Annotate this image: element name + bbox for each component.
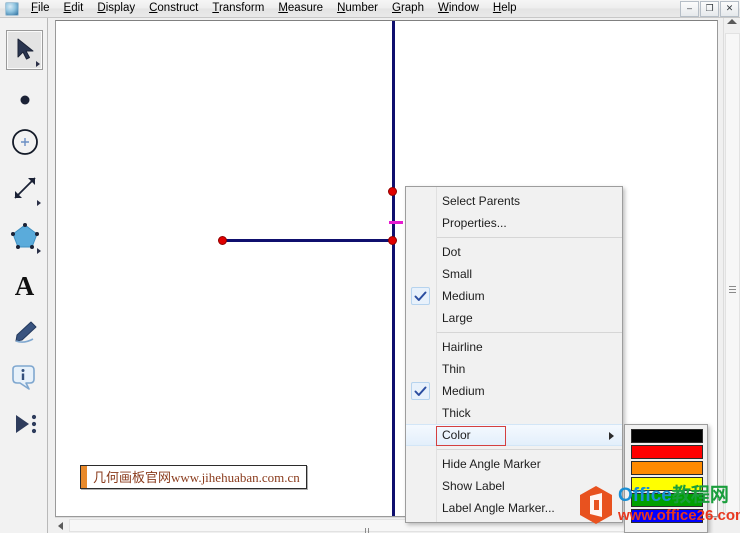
menu-separator: [436, 332, 622, 333]
color-swatch-black[interactable]: [631, 429, 703, 443]
compass-tool[interactable]: [6, 122, 43, 162]
menu-display[interactable]: Display: [90, 0, 142, 17]
context-menu[interactable]: Select Parents Properties... Dot Small M…: [405, 186, 623, 523]
color-swatch-blue[interactable]: [631, 509, 703, 523]
minimize-button[interactable]: –: [680, 0, 699, 17]
menu-item-hide-angle-marker[interactable]: Hide Angle Marker: [406, 453, 622, 475]
marker-tool[interactable]: [6, 312, 43, 352]
vertical-scroll-grip[interactable]: [729, 286, 736, 294]
arrow-tool[interactable]: [6, 30, 43, 70]
custom-tool[interactable]: [6, 404, 43, 444]
menu-item-label: Hide Angle Marker: [442, 457, 541, 471]
menu-item-label: Show Label: [442, 479, 505, 493]
checkmark-icon: [411, 382, 430, 400]
point-tool[interactable]: [6, 80, 43, 120]
chevron-right-icon: [609, 432, 614, 440]
menu-item-label: Dot: [442, 245, 461, 259]
close-button[interactable]: ✕: [720, 0, 739, 17]
color-submenu[interactable]: [624, 424, 708, 533]
canvas-watermark-textbox[interactable]: 几何画板官网www.jihehuaban.com.cn: [80, 465, 307, 489]
menu-item-label: Hairline: [442, 340, 483, 354]
color-swatch-green[interactable]: [631, 493, 703, 507]
menu-item-label: Small: [442, 267, 473, 281]
menu-item-thick[interactable]: Thick: [406, 402, 622, 424]
menu-separator: [436, 237, 622, 238]
color-swatch-red[interactable]: [631, 445, 703, 459]
menu-item-large[interactable]: Large: [406, 307, 622, 329]
menu-number[interactable]: Number: [330, 0, 385, 17]
menu-item-color[interactable]: Color: [406, 424, 622, 446]
menu-bar: File Edit Display Construct Transform Me…: [0, 0, 740, 18]
menu-measure[interactable]: Measure: [271, 0, 330, 17]
vertical-scroll-track[interactable]: [725, 33, 740, 513]
menu-item-medium-size[interactable]: Medium: [406, 285, 622, 307]
menu-item-label: Label Angle Marker...: [442, 501, 555, 515]
vertical-scrollbar[interactable]: [723, 18, 740, 516]
menu-item-thin[interactable]: Thin: [406, 358, 622, 380]
menu-help[interactable]: Help: [486, 0, 524, 17]
color-swatch-orange[interactable]: [631, 461, 703, 475]
menu-item-label: Thick: [442, 406, 471, 420]
menu-item-label: Properties...: [442, 216, 507, 230]
point-vertex[interactable]: [388, 236, 397, 245]
application-window: File Edit Display Construct Transform Me…: [0, 0, 740, 533]
color-swatch-yellow[interactable]: [631, 477, 703, 491]
menu-item-label: Medium: [442, 289, 485, 303]
point-on-horizontal-line[interactable]: [218, 236, 227, 245]
menu-item-label: Thin: [442, 362, 466, 376]
scroll-up-icon[interactable]: [727, 19, 737, 24]
menu-item-dot[interactable]: Dot: [406, 241, 622, 263]
restore-button[interactable]: ❐: [700, 0, 719, 17]
horizontal-line[interactable]: [222, 239, 395, 242]
menu-transform[interactable]: Transform: [205, 0, 271, 17]
window-controls: – ❐ ✕: [679, 0, 740, 18]
scroll-left-icon[interactable]: [58, 522, 63, 530]
text-tool[interactable]: A: [6, 266, 43, 306]
polygon-tool[interactable]: [6, 216, 43, 256]
menu-item-show-label[interactable]: Show Label: [406, 475, 622, 497]
checkmark-icon: [411, 287, 430, 305]
information-tool[interactable]: [6, 358, 43, 398]
menu-item-medium-weight[interactable]: Medium: [406, 380, 622, 402]
polygon-tool-flyout-icon[interactable]: [37, 248, 41, 254]
menu-graph[interactable]: Graph: [385, 0, 431, 17]
menu-item-select-parents[interactable]: Select Parents: [406, 190, 622, 212]
menu-construct[interactable]: Construct: [142, 0, 205, 17]
arrow-tool-flyout-icon[interactable]: [36, 61, 40, 67]
vertical-line[interactable]: [392, 21, 395, 516]
menu-item-hairline[interactable]: Hairline: [406, 336, 622, 358]
menu-item-small[interactable]: Small: [406, 263, 622, 285]
straightedge-tool[interactable]: [6, 168, 43, 208]
straightedge-tool-flyout-icon[interactable]: [37, 200, 41, 206]
menu-window[interactable]: Window: [431, 0, 486, 17]
angle-marker[interactable]: [389, 221, 403, 224]
menu-item-label: Select Parents: [442, 194, 521, 208]
canvas-watermark-text: 几何画板官网www.jihehuaban.com.cn: [93, 470, 300, 485]
sketchpad-icon: [2, 1, 22, 17]
menu-edit[interactable]: Edit: [57, 0, 91, 17]
menu-item-label: Large: [442, 311, 473, 325]
menu-item-label: Medium: [442, 384, 485, 398]
menu-separator: [436, 449, 622, 450]
menu-item-label: Color: [442, 428, 471, 442]
menu-item-label-angle-marker[interactable]: Label Angle Marker...: [406, 497, 622, 519]
toolbox: A: [0, 18, 48, 533]
horizontal-scroll-grip[interactable]: [365, 522, 373, 533]
menu-file[interactable]: File: [24, 0, 57, 17]
point-on-vertical-line[interactable]: [388, 187, 397, 196]
menu-item-properties[interactable]: Properties...: [406, 212, 622, 234]
